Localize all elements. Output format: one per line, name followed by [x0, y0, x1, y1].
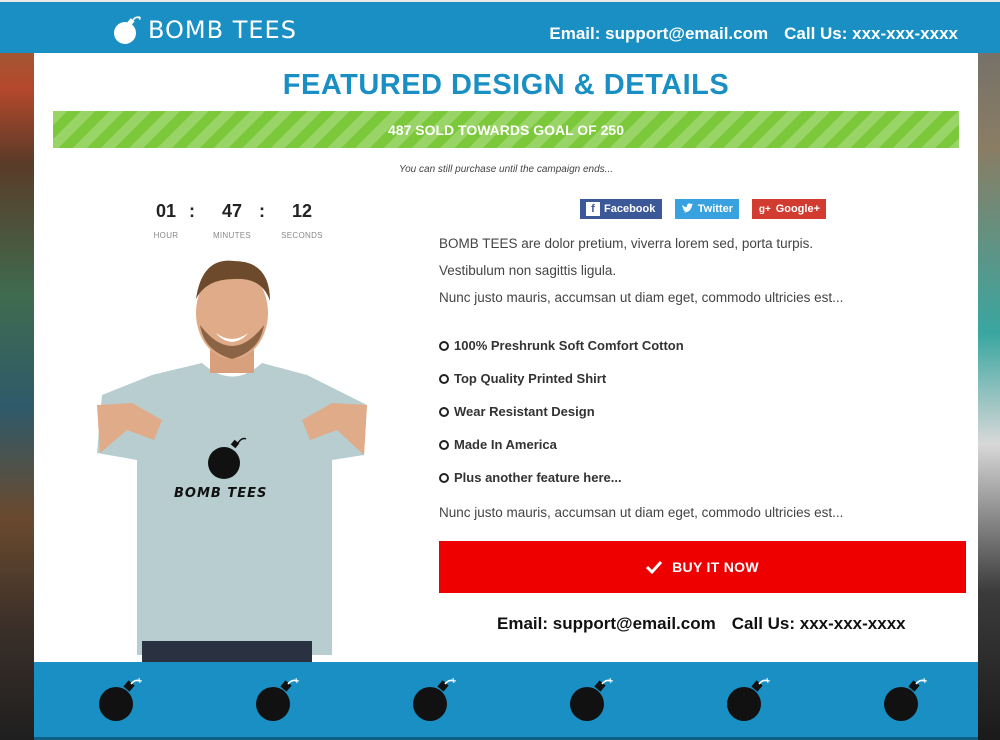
twitter-label: Twitter: [697, 203, 733, 215]
header-bar: BOMB TEES Email: support@email.com Call …: [0, 0, 1000, 53]
bomb-icon: [413, 677, 457, 721]
feature-item: Plus another feature here...: [439, 461, 684, 494]
background-collage-right: [976, 0, 1000, 740]
social-share: f Facebook Twitter g+ Google+: [580, 199, 826, 219]
google-plus-icon: g+: [758, 203, 771, 215]
facebook-label: Facebook: [604, 203, 656, 215]
header-contact: Email: support@email.com Call Us: xxx-xx…: [549, 24, 958, 44]
bomb-icon: [727, 677, 771, 721]
feature-label: Made In America: [454, 437, 557, 452]
contact-phone[interactable]: Call Us: xxx-xxx-xxxx: [732, 614, 906, 634]
facebook-icon: f: [586, 202, 600, 216]
footer-contact: Email: support@email.com Call Us: xxx-xx…: [497, 614, 906, 634]
countdown-hours: 01 HOUR: [141, 201, 191, 240]
countdown-seconds: 12 SECONDS: [277, 201, 327, 240]
goal-progress-label: 487 SOLD TOWARDS GOAL OF 250: [388, 121, 624, 138]
feature-item: Top Quality Printed Shirt: [439, 362, 684, 395]
countdown-seconds-label: SECONDS: [281, 231, 323, 240]
header-phone[interactable]: Call Us: xxx-xxx-xxxx: [784, 24, 958, 44]
feature-item: Wear Resistant Design: [439, 395, 684, 428]
header-email[interactable]: Email: support@email.com: [549, 24, 768, 44]
bomb-icon: [99, 677, 143, 721]
shirt-print-text: BOMB TEES: [174, 486, 268, 501]
description-line-1: BOMB TEES are dolor pretium, viverra lor…: [439, 236, 814, 251]
google-plus-share-button[interactable]: g+ Google+: [752, 199, 826, 219]
bomb-icon: [114, 15, 142, 44]
google-plus-label: Google+: [775, 203, 820, 215]
description-line-3: Nunc justo mauris, accumsan ut diam eget…: [439, 290, 844, 305]
countdown-hours-label: HOUR: [153, 231, 179, 240]
feature-label: 100% Preshrunk Soft Comfort Cotton: [454, 338, 684, 353]
brand-name: BOMB TEES: [148, 16, 297, 44]
circle-bullet-icon: [439, 373, 449, 384]
feature-list: 100% Preshrunk Soft Comfort Cotton Top Q…: [439, 329, 684, 494]
bomb-icon: [884, 677, 928, 721]
feature-label: Top Quality Printed Shirt: [454, 371, 607, 386]
checkmark-icon: [646, 560, 663, 574]
description-line-2: Vestibulum non sagittis ligula.: [439, 263, 617, 278]
buy-now-button[interactable]: BUY IT NOW: [439, 541, 966, 593]
feature-item: Made In America: [439, 428, 684, 461]
countdown-separator: :: [259, 201, 265, 221]
countdown-seconds-value: 12: [291, 201, 313, 221]
feature-label: Plus another feature here...: [454, 470, 622, 485]
description-closing: Nunc justo mauris, accumsan ut diam eget…: [439, 505, 844, 520]
circle-bullet-icon: [439, 472, 449, 483]
countdown-minutes-label: MINUTES: [212, 231, 252, 240]
twitter-icon: [681, 203, 694, 213]
facebook-share-button[interactable]: f Facebook: [580, 199, 662, 219]
model-tshirt-photo: [97, 260, 367, 662]
page-title: FEATURED DESIGN & DETAILS: [282, 69, 730, 101]
countdown-minutes: 47 MINUTES: [207, 201, 257, 240]
buy-now-label: BUY IT NOW: [672, 559, 759, 575]
footer-bomb-strip: [34, 662, 978, 740]
circle-bullet-icon: [439, 439, 449, 450]
background-collage-left: [0, 0, 34, 740]
feature-label: Wear Resistant Design: [454, 404, 595, 419]
circle-bullet-icon: [439, 340, 449, 351]
countdown-timer: 01 HOUR : 47 MINUTES : 12 SECONDS: [141, 201, 341, 251]
bomb-icon: [256, 677, 300, 721]
contact-email[interactable]: Email: support@email.com: [497, 614, 716, 634]
feature-item: 100% Preshrunk Soft Comfort Cotton: [439, 329, 684, 362]
circle-bullet-icon: [439, 406, 449, 417]
goal-progress-bar: 487 SOLD TOWARDS GOAL OF 250: [53, 111, 959, 148]
countdown-separator: :: [189, 201, 195, 221]
campaign-note: You can still purchase until the campaig…: [398, 164, 614, 175]
countdown-minutes-value: 47: [221, 201, 243, 221]
bomb-icon: [570, 677, 614, 721]
brand-logo[interactable]: BOMB TEES: [112, 14, 297, 46]
twitter-share-button[interactable]: Twitter: [675, 199, 739, 219]
countdown-hours-value: 01: [155, 201, 177, 221]
main-panel: FEATURED DESIGN & DETAILS 487 SOLD TOWAR…: [34, 53, 978, 662]
